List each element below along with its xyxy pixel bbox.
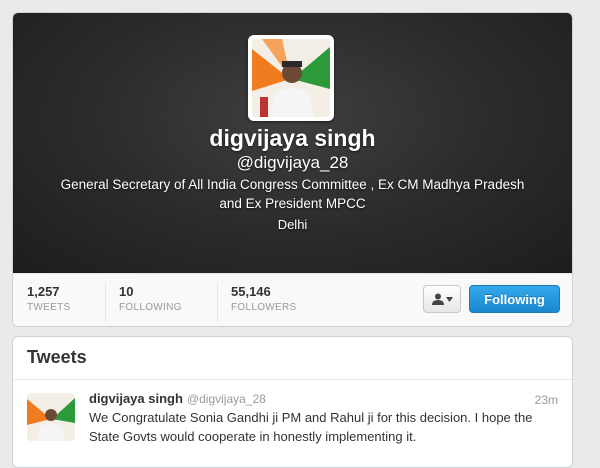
profile-banner: digvijaya singh @digvijaya_28 General Se… bbox=[13, 13, 572, 273]
stat-tweets-label: TWEETS bbox=[27, 302, 71, 313]
profile-location: Delhi bbox=[277, 217, 308, 232]
stat-tweets-value: 1,257 bbox=[27, 284, 60, 299]
tweet-text: We Congratulate Sonia Gandhi ji PM and R… bbox=[89, 410, 533, 444]
stat-followers-label: FOLLOWERS bbox=[231, 302, 297, 313]
tweet-avatar[interactable] bbox=[27, 393, 75, 441]
chevron-down-icon bbox=[445, 296, 453, 302]
profile-handle[interactable]: @digvijaya_28 bbox=[13, 153, 572, 173]
stat-divider bbox=[217, 282, 218, 322]
stat-followers-value: 55,146 bbox=[231, 284, 271, 299]
user-icon bbox=[431, 293, 444, 305]
profile-avatar[interactable] bbox=[248, 35, 334, 121]
tweet-author-name[interactable]: digvijaya singh bbox=[89, 391, 183, 406]
stat-following-value: 10 bbox=[119, 284, 134, 299]
stat-following-label: FOLLOWING bbox=[119, 302, 182, 313]
stat-tweets[interactable]: 1,257 TWEETS bbox=[27, 284, 70, 320]
profile-photo-icon bbox=[252, 39, 330, 117]
stat-followers[interactable]: 55,146 FOLLOWERS bbox=[231, 284, 297, 320]
profile-photo-icon bbox=[27, 393, 75, 441]
tweet-author[interactable]: digvijaya singh @digvijaya_28 bbox=[89, 391, 266, 406]
tweets-divider bbox=[13, 379, 572, 380]
profile-card: digvijaya singh @digvijaya_28 General Se… bbox=[12, 12, 573, 327]
tweets-heading: Tweets bbox=[27, 347, 87, 367]
tweet-author-handle[interactable]: @digvijaya_28 bbox=[187, 392, 266, 406]
stat-following[interactable]: 10 FOLLOWING bbox=[119, 284, 182, 320]
tweet-timestamp[interactable]: 23m bbox=[535, 393, 558, 407]
following-button[interactable]: Following bbox=[469, 285, 560, 313]
stat-divider bbox=[105, 282, 106, 322]
profile-bio: General Secretary of All India Congress … bbox=[60, 177, 525, 211]
tweets-section: Tweets digvijaya singh @digvijaya_28 23m … bbox=[12, 336, 573, 468]
profile-name: digvijaya singh bbox=[209, 125, 376, 151]
user-actions-button[interactable] bbox=[423, 285, 461, 313]
